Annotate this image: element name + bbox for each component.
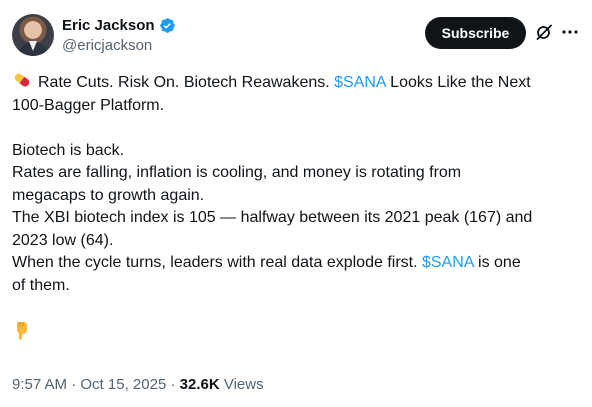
views-label: Views: [219, 376, 264, 393]
ticker-link[interactable]: $SANA: [422, 254, 474, 271]
tweet-header: Eric Jackson @ericjackson Subscribe: [12, 14, 580, 58]
ticker-link[interactable]: $SANA: [334, 74, 386, 91]
paragraph-3-line-2: 2023 low (64).: [12, 231, 114, 249]
more-icon[interactable]: [560, 22, 580, 42]
headline-text-2: Looks Like the Next: [385, 74, 531, 91]
author-handle[interactable]: @ericjackson: [62, 36, 176, 55]
author-name[interactable]: Eric Jackson: [62, 16, 155, 35]
grok-icon[interactable]: [534, 22, 554, 42]
tweet-time[interactable]: 9:57 AM: [12, 376, 67, 393]
pointing-down-icon: [16, 321, 27, 340]
meta-separator: ·: [166, 376, 180, 393]
headline-text-1: Rate Cuts. Risk On. Biotech Reawakens.: [38, 74, 335, 91]
views-count: 32.6K: [179, 376, 220, 393]
paragraph-4-text-2: is one: [473, 254, 521, 271]
paragraph-1: Biotech is back.: [12, 141, 125, 159]
name-row: Eric Jackson: [62, 16, 176, 35]
paragraph-4-line-2: of them.: [12, 276, 70, 294]
author-block: Eric Jackson @ericjackson: [62, 16, 176, 55]
paragraph-2-line-2: megacaps to growth again.: [12, 186, 205, 204]
paragraph-4-line-1: When the cycle turns, leaders with real …: [12, 252, 580, 275]
paragraph-2-line-1: Rates are falling, inflation is cooling,…: [12, 164, 462, 181]
meta-separator: ·: [67, 376, 81, 393]
tweet-date[interactable]: Oct 15, 2025: [80, 376, 166, 393]
pill-icon: [14, 73, 30, 87]
subscribe-button[interactable]: Subscribe: [425, 17, 526, 49]
verified-badge-icon: [159, 18, 175, 33]
emoji-line: [12, 320, 580, 345]
paragraph-3-line-1: The XBI biotech index is 105 — halfway b…: [12, 209, 533, 226]
paragraph-4-text-1: When the cycle turns, leaders with real …: [12, 254, 422, 271]
headline-line-1: Rate Cuts. Risk On. Biotech Reawakens. $…: [12, 70, 580, 95]
avatar[interactable]: [12, 14, 54, 56]
tweet-text: Rate Cuts. Risk On. Biotech Reawakens. $…: [12, 70, 580, 344]
headline-line-2: 100-Bagger Platform.: [12, 96, 165, 114]
tweet-meta: 9:57 AM · Oct 15, 2025 · 32.6K Views: [12, 375, 264, 394]
